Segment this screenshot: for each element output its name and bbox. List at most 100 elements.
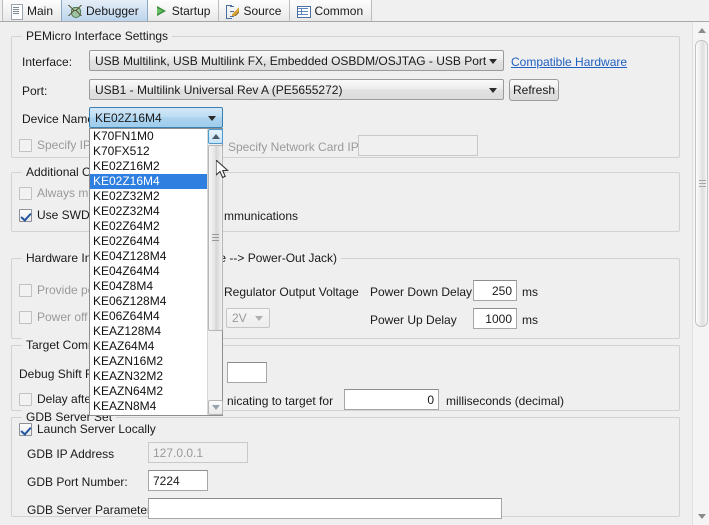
refresh-button[interactable]: Refresh [509,79,559,101]
chevron-down-icon [208,115,216,121]
dropdown-option[interactable]: K70FX512 [90,144,207,159]
source-tree-icon [225,4,240,19]
regulator-output-voltage-label: Regulator Output Voltage [224,285,359,299]
power-down-delay-field[interactable]: 250 [473,280,517,301]
dropdown-scrollbar[interactable] [207,129,223,415]
page-vertical-scrollbar[interactable] [692,22,709,525]
power-up-delay-field[interactable]: 1000 [473,308,517,329]
tab-startup[interactable]: Startup [146,0,220,21]
dropdown-option[interactable]: KE04Z8M4 [90,279,207,294]
device-name-label: Device Name: [22,112,98,126]
launch-server-locally-checkbox[interactable]: Launch Server Locally [19,422,156,436]
tab-common-label: Common [314,3,364,18]
scroll-up-button[interactable] [208,129,223,144]
dropdown-option[interactable]: KE02Z16M4 [90,174,207,189]
chevron-down-icon [489,58,497,64]
device-name-combo[interactable]: KE02Z16M4 [89,107,223,128]
interface-label: Interface: [22,55,73,69]
dropdown-option[interactable]: KE02Z32M4 [90,204,207,219]
tab-debugger[interactable]: Debugger [61,0,148,21]
dropdown-option[interactable]: KE02Z64M2 [90,219,207,234]
debug-shift-frequency-field[interactable] [227,362,267,383]
regulator-voltage-combo[interactable]: 2V [226,308,270,328]
checkbox-box [19,310,32,324]
tab-bar: Main Debugger Startup Source Common [0,0,709,22]
gdb-port-number-value: 7224 [153,473,180,488]
compatible-hardware-link[interactable]: Compatible Hardware [511,55,627,69]
tab-main-label: Main [27,3,54,18]
gdb-port-number-label: GDB Port Number: [27,475,128,489]
dropdown-option[interactable]: KE06Z128M4 [90,294,207,309]
gdb-ip-address-label: GDB IP Address [27,447,115,461]
chevron-down-icon [697,514,706,519]
dropdown-option[interactable]: KE02Z16M2 [90,159,207,174]
interface-combo-value: USB Multilink, USB Multilink FX, Embedde… [95,53,487,68]
dropdown-option[interactable]: KEAZN64M2 [90,384,207,399]
gdb-ip-address-value: 127.0.0.1 [153,445,204,460]
communications-suffix: mmunications [224,209,299,223]
debugger-settings-pane: PEMicro Interface Settings Interface: US… [0,22,709,525]
chevron-down-icon [211,405,220,410]
gdb-ip-address-field[interactable]: 127.0.0.1 [148,442,248,463]
port-combo-value: USB1 - Multilink Universal Rev A (PE5655… [95,82,343,97]
interface-combo[interactable]: USB Multilink, USB Multilink FX, Embedde… [89,50,504,71]
dropdown-option[interactable]: KEAZ64M4 [90,339,207,354]
chevron-down-icon [255,316,263,321]
dropdown-option[interactable]: KEAZN32M2 [90,369,207,384]
dropdown-option[interactable]: KE06Z64M4 [90,309,207,324]
specify-network-card-ip-label: Specify Network Card IP [228,140,359,154]
checkbox-box [19,422,32,436]
launch-server-locally-label: Launch Server Locally [37,422,156,436]
pemicro-group-label: PEMicro Interface Settings [22,29,173,43]
power-down-delay-label: Power Down Delay [370,285,473,299]
dropdown-option[interactable]: KE02Z32M2 [90,189,207,204]
checkbox-box [19,138,32,152]
tab-main[interactable]: Main [2,0,63,21]
power-down-delay-unit: ms [522,285,538,299]
scrollbar-thumb[interactable] [208,145,223,331]
dropdown-option[interactable]: KE02Z64M4 [90,234,207,249]
chevron-down-icon [489,87,497,93]
gdb-server-parameters-label: GDB Server Parameters: [27,503,161,517]
device-name-dropdown-popup[interactable]: K70FN1M0 K70FX512 KE02Z16M2 KE02Z16M4 KE02Z3… [89,128,223,416]
tab-source-label: Source [243,3,282,18]
tab-source[interactable]: Source [218,0,291,21]
port-label: Port: [22,84,48,98]
checkbox-box [19,283,32,297]
checkbox-box [19,186,32,200]
document-icon [9,3,23,20]
specify-ip-checkbox[interactable]: Specify IP [19,138,91,152]
device-name-combo-value: KE02Z16M4 [95,110,162,125]
reset-delay-value: 0 [427,392,434,407]
play-icon [154,4,168,18]
dropdown-option[interactable]: KEAZ128M4 [90,324,207,339]
chevron-up-icon [211,134,220,139]
tab-debugger-label: Debugger [86,3,139,18]
reset-delay-field[interactable]: 0 [344,389,439,410]
specify-ip-label: Specify IP [37,138,92,152]
chevron-up-icon [697,28,706,33]
scrollbar-grip-icon [699,179,706,188]
port-combo[interactable]: USB1 - Multilink Universal Rev A (PE5655… [89,79,504,100]
dropdown-option[interactable]: K70FN1M0 [90,129,207,144]
scrollbar-grip-icon [212,234,219,242]
gdb-server-parameters-field[interactable] [148,498,502,519]
table-icon [296,4,312,18]
dropdown-option[interactable]: KEAZN16M2 [90,354,207,369]
refresh-button-label: Refresh [512,83,556,97]
checkbox-box [19,392,32,406]
regulator-voltage-value: 2V [232,311,247,325]
network-card-ip-field[interactable] [358,135,478,156]
dropdown-option[interactable]: KE04Z128M4 [90,249,207,264]
dropdown-option[interactable]: KEAZN8M4 [90,399,207,414]
checkbox-box [19,208,32,222]
page-scroll-up-button[interactable] [694,23,709,38]
bug-icon [68,4,83,18]
scroll-down-button[interactable] [208,400,223,415]
dropdown-option[interactable]: KE04Z64M4 [90,264,207,279]
page-scroll-down-button[interactable] [694,509,709,524]
page-scrollbar-thumb[interactable] [695,40,708,327]
gdb-port-number-field[interactable]: 7224 [148,470,208,491]
device-name-option-list[interactable]: K70FN1M0 K70FX512 KE02Z16M2 KE02Z16M4 KE02Z3… [90,129,207,415]
tab-common[interactable]: Common [289,0,373,21]
